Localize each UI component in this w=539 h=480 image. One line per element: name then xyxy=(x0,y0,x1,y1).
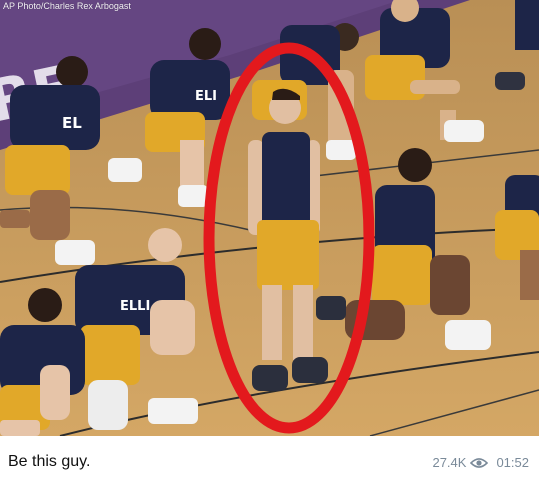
svg-text:ELI: ELI xyxy=(195,89,217,104)
post-caption: Be this guy. xyxy=(8,453,91,470)
post-photo[interactable]: RE xyxy=(0,0,539,436)
post-meta: 27.4K 01:52 xyxy=(432,455,529,470)
photo-credit: AP Photo/Charles Rex Arbogast xyxy=(3,1,131,11)
svg-text:ELLI: ELLI xyxy=(120,299,150,314)
post-time: 01:52 xyxy=(496,455,529,470)
telegram-post: RE xyxy=(0,0,539,480)
view-count: 27.4K xyxy=(432,455,467,470)
basketball-players-kneeling-scene: RE xyxy=(0,0,539,436)
post-footer: Be this guy. 27.4K 01:52 xyxy=(0,436,539,480)
svg-text:EL: EL xyxy=(62,114,82,132)
eye-icon xyxy=(470,457,489,469)
